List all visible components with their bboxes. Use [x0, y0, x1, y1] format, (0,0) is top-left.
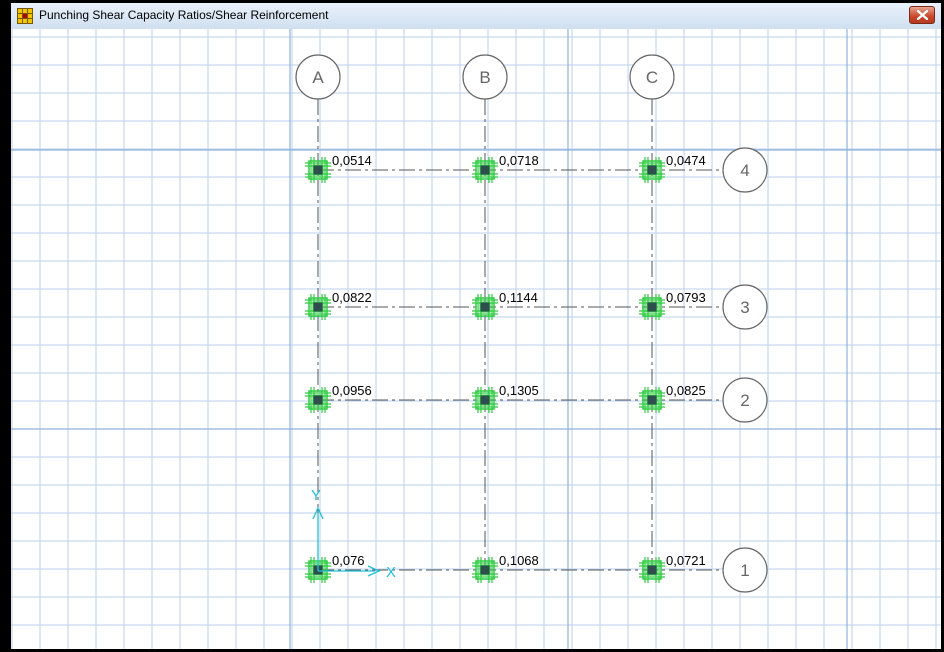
- grid-app-icon: [17, 8, 33, 24]
- column-section: [479, 164, 491, 176]
- ratio-label: 0,076: [332, 553, 365, 568]
- column-c4: [639, 157, 665, 183]
- ratio-label: 0,0793: [666, 290, 706, 305]
- ratio-label: 0,0474: [666, 153, 706, 168]
- column-section: [479, 564, 491, 576]
- ratio-label: 0,1305: [499, 383, 539, 398]
- column-section: [312, 301, 324, 313]
- grid-label-2: 2: [740, 391, 749, 410]
- column-section: [646, 394, 658, 406]
- column-section: [479, 301, 491, 313]
- column-section: [646, 301, 658, 313]
- dialog-window: Punching Shear Capacity Ratios/Shear Rei…: [8, 0, 944, 652]
- ratio-label: 0,0822: [332, 290, 372, 305]
- grid-label-c: C: [646, 68, 658, 87]
- plan-drawing: A B C4321 0,0514 0,0718 0,04740,0822 0,1144 0,…: [11, 29, 941, 649]
- column-a3: [305, 294, 331, 320]
- close-button[interactable]: [909, 6, 935, 24]
- ratio-labels: 0,0514 0,0718 0,0474 0,0822 0,1144 0,0793 0,09…: [332, 153, 706, 568]
- column-section: [646, 564, 658, 576]
- ratio-label: 0,0514: [332, 153, 372, 168]
- grid-label-3: 3: [740, 298, 749, 317]
- grid-label-4: 4: [740, 161, 749, 180]
- grid-label-1: 1: [740, 561, 749, 580]
- grid-label-b: B: [479, 68, 490, 87]
- column-c3: [639, 294, 665, 320]
- column-a4: [305, 157, 331, 183]
- column-c1: [639, 557, 665, 583]
- column-section: [312, 394, 324, 406]
- ratio-label: 0,0718: [499, 153, 539, 168]
- title-bar[interactable]: Punching Shear Capacity Ratios/Shear Rei…: [11, 3, 941, 30]
- column-c2: [639, 387, 665, 413]
- close-icon: [917, 10, 928, 20]
- ratio-label: 0,0721: [666, 553, 706, 568]
- column-b2: [472, 387, 498, 413]
- plan-view-canvas[interactable]: ABC4321 0,0514 0,0718 0,0474 0,0822 0,1144 0,…: [11, 29, 941, 649]
- column-b4: [472, 157, 498, 183]
- ratio-label: 0,1068: [499, 553, 539, 568]
- y-axis-label: Y: [311, 487, 321, 504]
- ratio-label: 0,0956: [332, 383, 372, 398]
- structural-gridlines: [317, 99, 723, 571]
- column-b1: [472, 557, 498, 583]
- grid-bubbles: A B C 4 3 2 1: [295, 54, 768, 593]
- column-b3: [472, 294, 498, 320]
- column-section: [479, 394, 491, 406]
- ratio-label: 0,0825: [666, 383, 706, 398]
- ratio-label: 0,1144: [499, 290, 538, 305]
- column-section: [312, 164, 324, 176]
- column-a2: [305, 387, 331, 413]
- column-section: [646, 164, 658, 176]
- x-axis-label: X: [386, 564, 396, 581]
- window-title: Punching Shear Capacity Ratios/Shear Rei…: [39, 8, 329, 22]
- grid-label-a: A: [312, 68, 324, 87]
